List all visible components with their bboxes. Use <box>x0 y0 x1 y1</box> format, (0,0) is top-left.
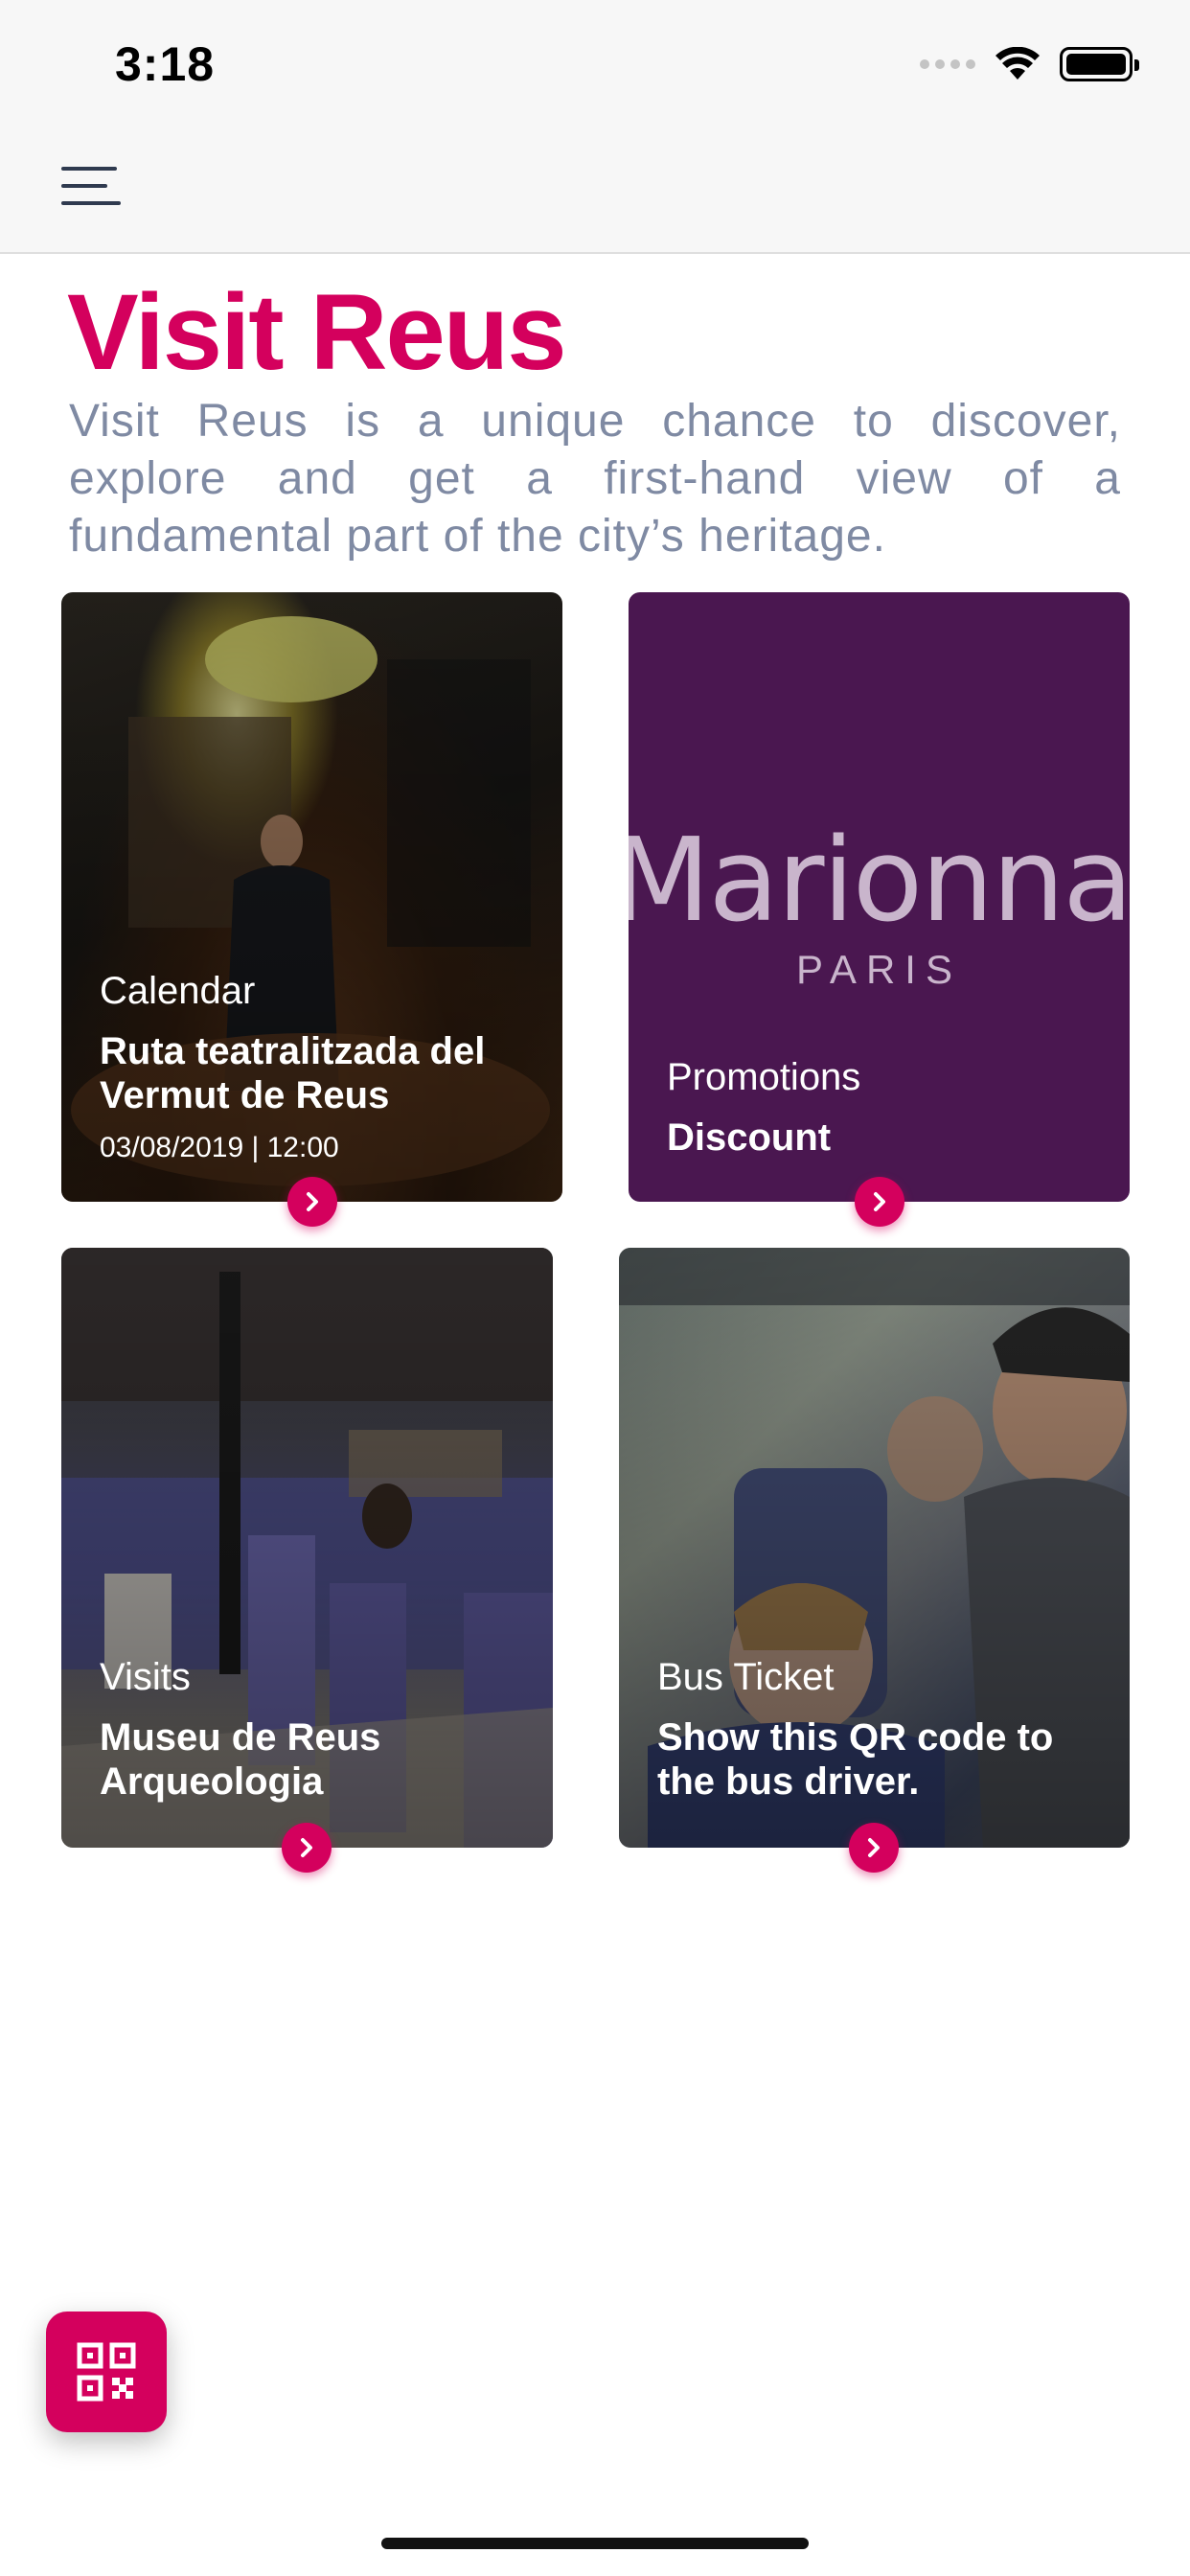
chevron-right-icon[interactable] <box>282 1823 332 1873</box>
card-title: Ruta teatralitzada del Vermut de Reus <box>100 1030 486 1116</box>
brand-logo-sub: PARIS <box>796 947 962 992</box>
menu-icon[interactable] <box>61 163 123 211</box>
top-bar: 3:18 <box>0 0 1190 254</box>
card-date: 03/08/2019 | 12:00 <box>100 1132 339 1163</box>
page-title: Visit Reus <box>67 272 566 392</box>
wifi-icon <box>995 47 1040 80</box>
card-category: Promotions <box>667 1056 861 1098</box>
card-calendar[interactable]: Calendar Ruta teatralitzada del Vermut d… <box>61 592 562 1227</box>
status-time: 3:18 <box>115 37 216 91</box>
chevron-right-icon[interactable] <box>849 1823 899 1873</box>
brand-logo: Marionnau <box>629 815 1130 948</box>
chevron-right-icon[interactable] <box>855 1177 904 1227</box>
qr-code-icon <box>77 2342 136 2402</box>
home-indicator <box>381 2538 809 2549</box>
card-category: Calendar <box>100 970 256 1012</box>
card-promotions[interactable]: Marionnau PARIS Promotions Discount <box>629 592 1130 1227</box>
qr-code-button[interactable] <box>46 2312 167 2432</box>
status-icons <box>920 40 1139 88</box>
card-title: Show this QR code to the bus driver. <box>657 1716 1054 1803</box>
card-title: Museu de Reus Arqueologia <box>100 1716 381 1803</box>
chevron-right-icon[interactable] <box>287 1177 337 1227</box>
signal-icon <box>920 59 975 69</box>
card-category: Visits <box>100 1656 191 1698</box>
battery-icon <box>1060 47 1139 81</box>
card-bus-ticket-text: Bus Ticket Show this QR code to the bus … <box>657 1654 1101 1804</box>
card-title: Discount <box>667 1116 832 1159</box>
card-calendar-text: Calendar Ruta teatralitzada del Vermut d… <box>100 968 534 1167</box>
card-visits-text: Visits Museu de Reus Arqueologia <box>100 1654 524 1804</box>
card-category: Bus Ticket <box>657 1656 835 1698</box>
card-promotions-text: Promotions Discount <box>667 1054 1101 1160</box>
card-bus-ticket[interactable]: Bus Ticket Show this QR code to the bus … <box>619 1248 1130 1873</box>
intro-text: Visit Reus is a unique chance to discove… <box>69 396 1121 562</box>
card-visits[interactable]: Visits Museu de Reus Arqueologia <box>61 1248 553 1873</box>
